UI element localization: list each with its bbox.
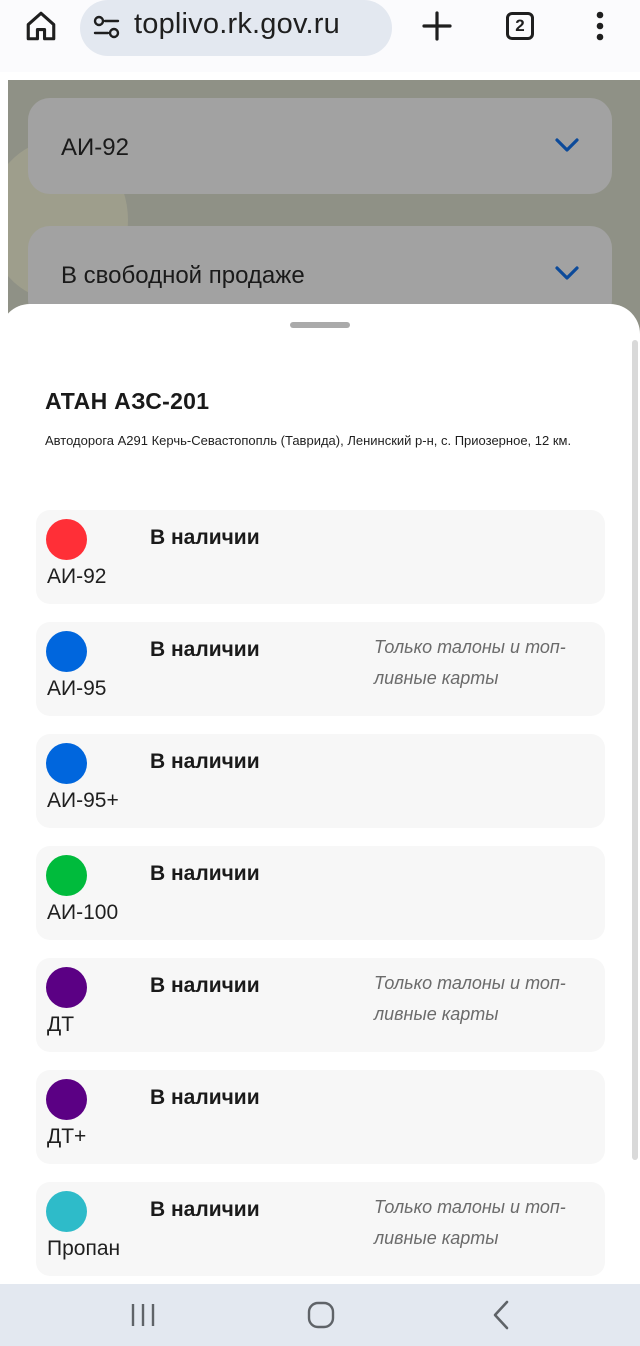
fuel-row-ai95-plus: В наличии АИ-95+ <box>36 734 605 828</box>
fuel-status: В наличии <box>150 862 260 885</box>
nav-home-button[interactable] <box>296 1294 346 1336</box>
fuel-status: В наличии <box>150 974 260 997</box>
fuel-note: Только талоны и топ-ливные карты <box>374 973 566 1024</box>
station-address: Автодорога А291 Керчь-Севастопопль (Тавр… <box>45 433 572 448</box>
fuel-color-dot <box>46 967 87 1008</box>
site-settings-icon[interactable] <box>92 14 122 45</box>
fuel-row-ai92: В наличии АИ-92 <box>36 510 605 604</box>
fuel-name: АИ-92 <box>47 565 107 588</box>
fuel-name: АИ-100 <box>47 901 119 924</box>
fuel-row-ai100: В наличии АИ-100 <box>36 846 605 940</box>
fuel-color-dot <box>46 1191 87 1232</box>
url-text[interactable]: toplivo.rk.gov.ru <box>134 8 340 41</box>
sale-type-value: В свободной продаже <box>61 262 305 289</box>
tabs-counter-icon: 2 <box>506 12 534 40</box>
chevron-down-icon <box>555 266 579 280</box>
fuel-color-dot <box>46 631 87 672</box>
page-scrollbar[interactable] <box>632 340 638 1160</box>
home-button[interactable] <box>18 6 64 46</box>
back-button[interactable] <box>476 1294 526 1336</box>
recent-apps-button[interactable] <box>118 1294 168 1336</box>
fuel-status: В наличии <box>150 638 260 661</box>
new-tab-button[interactable] <box>414 4 460 48</box>
fuel-row-dt: В наличии ДТ Только талоны и топ-ливные … <box>36 958 605 1052</box>
fuel-name: АИ-95 <box>47 677 107 700</box>
fuel-note: Только талоны и топ-ливные карты <box>374 637 566 688</box>
recent-apps-icon <box>131 1304 155 1326</box>
fuel-color-dot <box>46 519 87 560</box>
fuel-type-value: АИ-92 <box>61 134 129 161</box>
plus-icon <box>422 11 452 41</box>
fuel-name: Пропан <box>47 1237 121 1260</box>
system-navigation-bar <box>0 1284 640 1346</box>
fuel-status: В наличии <box>150 1198 260 1221</box>
back-icon <box>493 1300 509 1330</box>
station-name: АТАН АЗС-201 <box>45 388 210 414</box>
sheet-drag-handle[interactable] <box>290 322 350 328</box>
fuel-color-dot <box>46 855 87 896</box>
address-bar[interactable]: toplivo.rk.gov.ru <box>80 0 392 56</box>
fuel-name: АИ-95+ <box>47 789 119 812</box>
tab-count: 2 <box>515 16 525 35</box>
browser-menu-button[interactable] <box>578 4 622 48</box>
more-vertical-icon <box>596 11 604 41</box>
fuel-status: В наличии <box>150 1086 260 1109</box>
nav-home-icon <box>307 1301 335 1329</box>
station-bottom-sheet: АТАН АЗС-201 Автодорога А291 Керчь-Севас… <box>0 304 640 1284</box>
fuel-name: ДТ+ <box>47 1125 87 1148</box>
fuel-row-propane: В наличии Пропан Только талоны и топ-лив… <box>36 1182 605 1276</box>
chevron-down-icon <box>555 138 579 152</box>
fuel-row-dt-plus: В наличии ДТ+ <box>36 1070 605 1164</box>
browser-toolbar: toplivo.rk.gov.ru 2 <box>0 0 640 72</box>
fuel-note: Только талоны и топ-ливные карты <box>374 1197 566 1248</box>
fuel-name: ДТ <box>47 1013 75 1036</box>
fuel-color-dot <box>46 1079 87 1120</box>
fuel-color-dot <box>46 743 87 784</box>
fuel-status: В наличии <box>150 526 260 549</box>
fuel-type-select[interactable]: АИ-92 <box>28 98 612 194</box>
fuel-status: В наличии <box>150 750 260 773</box>
tab-switcher-button[interactable]: 2 <box>497 4 543 48</box>
fuel-row-ai95: В наличии АИ-95 Только талоны и топ-ливн… <box>36 622 605 716</box>
home-icon <box>26 11 56 41</box>
